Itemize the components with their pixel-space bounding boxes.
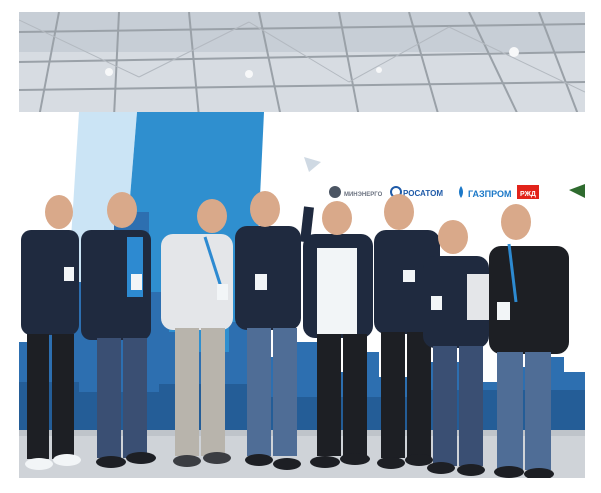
ceiling-truss xyxy=(19,12,585,118)
gazprom-logo-text: ГАЗПРОМ xyxy=(468,189,512,199)
rzd-logo-text: РЖД xyxy=(520,191,536,198)
rosatom-logo-text: РОСАТОМ xyxy=(403,189,443,198)
rzd-logo-icon: РЖД xyxy=(517,185,539,199)
group-photo: МИНЭНЕРГО РОСАТОМ ГАЗПРОМ РЖД xyxy=(19,12,585,478)
svg-text:МИНЭНЕРГО: МИНЭНЕРГО xyxy=(344,192,383,198)
